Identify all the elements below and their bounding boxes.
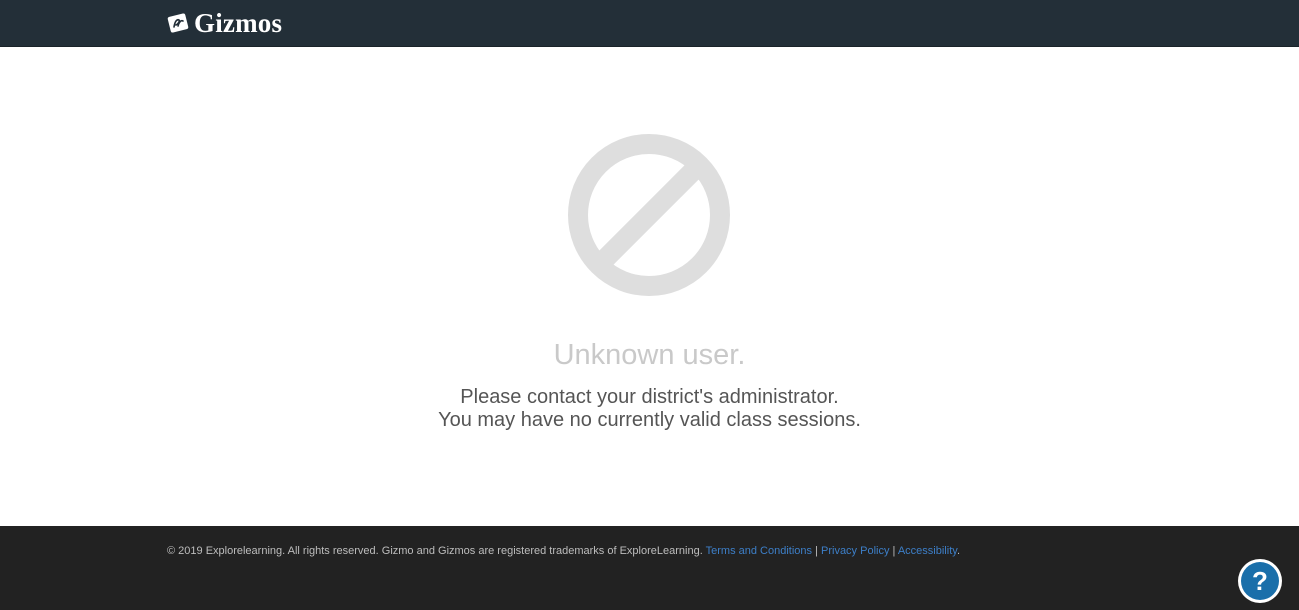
privacy-policy-link[interactable]: Privacy Policy xyxy=(821,545,889,557)
error-message-line: Please contact your district's administr… xyxy=(460,386,839,408)
copyright-text: © 2019 Explorelearning. All rights reser… xyxy=(167,545,703,557)
footer-text: © 2019 Explorelearning. All rights reser… xyxy=(167,544,960,558)
help-icon: ? xyxy=(1241,562,1279,600)
footer-period: . xyxy=(956,545,960,557)
blocked-icon xyxy=(568,134,730,296)
terms-link[interactable]: Terms and Conditions xyxy=(706,545,812,557)
error-message-line: You may have no currently valid class se… xyxy=(438,409,861,431)
page-footer: © 2019 Explorelearning. All rights reser… xyxy=(0,526,1299,610)
main-content: Unknown user. Please contact your distri… xyxy=(0,47,1299,526)
link-separator: | xyxy=(892,545,896,557)
error-message: Please contact your district's administr… xyxy=(0,386,1299,432)
link-separator: | xyxy=(815,545,818,557)
top-header: Gizmos xyxy=(0,0,1299,47)
gizmos-logo-icon xyxy=(167,13,189,33)
help-button[interactable]: ? xyxy=(1238,559,1282,603)
accessibility-link[interactable]: Accessibility xyxy=(898,545,957,557)
gizmos-logo-link[interactable]: Gizmos xyxy=(166,7,282,39)
error-title: Unknown user. xyxy=(553,339,746,371)
brand-name: Gizmos xyxy=(194,8,283,38)
